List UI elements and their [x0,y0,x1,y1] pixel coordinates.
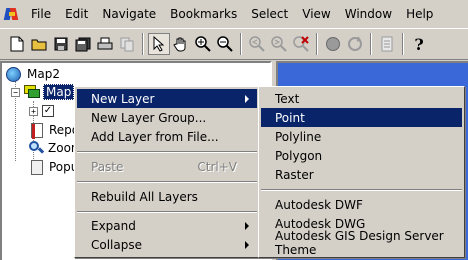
expand-toggle[interactable]: + [29,106,38,116]
document-icon [31,159,43,175]
tree-node-zoom[interactable]: Zoon [29,139,79,157]
properties-icon[interactable] [376,33,398,55]
tree-node-label: Map [43,84,75,100]
menu-item-add-layer-from-file[interactable]: Add Layer from File... [77,127,257,146]
submenu-item-autodesk-gis-design-server-theme[interactable]: Autodesk GIS Design Server Theme [261,229,462,257]
tree-node-popup[interactable]: Popu [31,158,78,176]
save-icon[interactable] [50,33,72,55]
zoom-in-icon[interactable] [192,33,214,55]
menu-view[interactable]: View [295,0,337,28]
menu-item-rebuild-all-layers[interactable]: Rebuild All Layers [77,187,257,206]
zoom-out-icon[interactable] [214,33,236,55]
app-logo-icon[interactable] [3,6,20,22]
toolbar-separator [402,33,404,55]
toolbar-separator [370,33,372,55]
help-icon[interactable]: ? [408,33,430,55]
select-arrow-icon[interactable] [148,33,170,55]
submenu-item-autodesk-dwf[interactable]: Autodesk DWF [261,195,462,214]
submenu-item-text[interactable]: Text [261,89,462,108]
menu-item-collapse[interactable]: Collapse [77,235,257,254]
menu-separator [77,151,257,153]
menu-edit[interactable]: Edit [58,0,95,28]
toolbar-separator [240,33,242,55]
new-document-icon[interactable] [6,33,28,55]
menu-item-new-layer-group[interactable]: New Layer Group... [77,108,257,127]
stop-icon[interactable] [322,33,344,55]
zoom-magnifier-icon [29,140,45,156]
toolbar-separator [316,33,318,55]
toolbar: ? [0,28,468,60]
globe-icon [6,66,21,82]
new-layer-submenu: Text Point Polyline Polygon Raster Autod… [258,86,465,258]
open-folder-icon[interactable] [28,33,50,55]
save-all-icon[interactable] [72,33,94,55]
submenu-item-polygon[interactable]: Polygon [261,146,462,165]
menu-navigate[interactable]: Navigate [95,0,163,28]
tree-node-label: Map2 [27,67,60,81]
menu-separator [77,211,257,213]
copy-icon[interactable] [116,33,138,55]
menu-item-paste: Paste Ctrl+V [91,159,237,174]
shortcut-label: Ctrl+V [197,159,237,174]
menu-bookmarks[interactable]: Bookmarks [163,0,244,28]
collapse-toggle[interactable]: − [11,87,20,97]
menu-separator [77,181,257,183]
zoom-previous-icon[interactable] [246,33,268,55]
context-menu: New Layer New Layer Group... Add Layer f… [74,86,260,258]
menu-bar: File Edit Navigate Bookmarks Select View… [0,0,468,28]
menu-separator [261,189,462,191]
tree-node-report[interactable]: Repo [31,121,79,139]
submenu-arrow-icon [245,221,249,230]
submenu-item-raster[interactable]: Raster [261,165,462,184]
tree-node-map2[interactable]: Map2 [6,65,60,83]
menu-select[interactable]: Select [244,0,295,28]
tree-node-map[interactable]: − Map [11,83,75,101]
menu-item-expand[interactable]: Expand [77,216,257,235]
visibility-checkbox[interactable]: ✓ [42,105,54,117]
tree-node-layer[interactable]: + ✓ [29,102,54,120]
clear-zoom-icon[interactable] [290,33,312,55]
menu-item-new-layer[interactable]: New Layer [77,89,257,108]
submenu-item-polyline[interactable]: Polyline [261,127,462,146]
menu-file[interactable]: File [24,0,58,28]
submenu-arrow-icon [245,240,249,249]
submenu-arrow-icon [245,94,249,103]
refresh-icon[interactable] [344,33,366,55]
print-icon[interactable] [94,33,116,55]
menu-help[interactable]: Help [399,0,440,28]
report-icon [31,122,43,139]
pan-hand-icon[interactable] [170,33,192,55]
zoom-next-icon[interactable] [268,33,290,55]
map-layers-icon [24,85,40,99]
submenu-item-point[interactable]: Point [261,108,462,127]
menu-window[interactable]: Window [338,0,399,28]
toolbar-separator [142,33,144,55]
